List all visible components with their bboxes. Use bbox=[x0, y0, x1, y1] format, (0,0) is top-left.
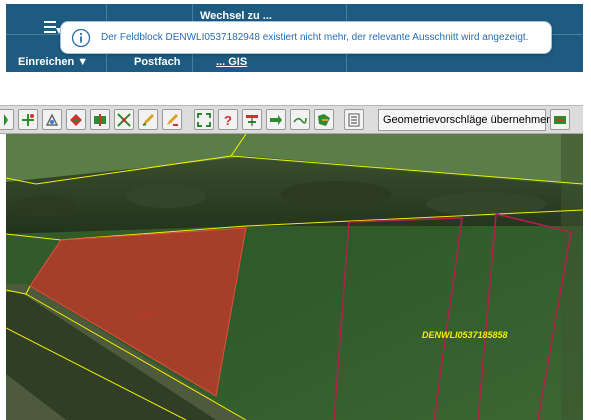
add-vertex-icon bbox=[22, 113, 34, 126]
merge-button[interactable] bbox=[314, 109, 334, 130]
old-field-label: abc d bbox=[139, 312, 157, 319]
split-icon bbox=[94, 113, 106, 126]
cut-icon bbox=[117, 112, 131, 127]
pencil-icon bbox=[142, 113, 154, 126]
tree-cluster bbox=[126, 184, 206, 208]
layer-list-button[interactable] bbox=[344, 109, 364, 130]
draw-line-button[interactable] bbox=[290, 109, 310, 130]
move-button[interactable] bbox=[266, 109, 286, 130]
delete-geometry-button[interactable] bbox=[66, 109, 86, 130]
list-icon bbox=[348, 113, 360, 126]
right-hedge bbox=[561, 134, 583, 420]
pan-icon bbox=[4, 113, 8, 126]
edit-attributes-button[interactable] bbox=[162, 109, 182, 130]
help-button[interactable]: ? bbox=[218, 109, 238, 130]
map-toolbar: ? Geometrievorschläge übernehmen bbox=[0, 105, 583, 134]
move-arrow-icon bbox=[270, 114, 282, 125]
tree-cluster bbox=[281, 181, 391, 207]
reshape-button[interactable] bbox=[42, 109, 62, 130]
apply-suggestions-button[interactable] bbox=[550, 109, 570, 130]
field-block-label: DENWLI0537185858 bbox=[422, 330, 508, 340]
map-view[interactable]: abc d DENWLI0537185858 bbox=[6, 134, 583, 420]
tree-cluster bbox=[16, 196, 76, 216]
measure-icon bbox=[246, 114, 258, 126]
split-button[interactable] bbox=[90, 109, 110, 130]
reshape-icon bbox=[45, 112, 59, 126]
apply-suggestions-label[interactable]: Geometrievorschläge übernehmen bbox=[378, 109, 552, 131]
delete-polygon-icon bbox=[70, 113, 82, 126]
cut-button[interactable] bbox=[114, 109, 134, 130]
satellite-map bbox=[6, 134, 583, 420]
edit-button[interactable] bbox=[138, 109, 158, 130]
zoom-extent-button[interactable] bbox=[194, 109, 214, 130]
add-point-button[interactable] bbox=[18, 109, 38, 130]
info-icon bbox=[71, 28, 91, 47]
apply-geometry-icon bbox=[554, 115, 566, 124]
nav-postfach-link[interactable]: Postfach bbox=[134, 56, 180, 68]
help-icon: ? bbox=[224, 113, 232, 128]
measure-button[interactable] bbox=[242, 109, 262, 130]
pan-tool-button[interactable] bbox=[0, 109, 14, 130]
zoom-extent-icon bbox=[197, 112, 211, 127]
merge-icon bbox=[318, 113, 330, 126]
pencil-edit-icon bbox=[167, 113, 178, 126]
svg-text:?: ? bbox=[224, 113, 232, 128]
info-notification: Der Feldblock DENWLI0537182948 existiert… bbox=[60, 21, 552, 54]
nav-einreichen-menu[interactable]: Einreichen ▼ bbox=[18, 56, 88, 68]
notification-text: Der Feldblock DENWLI0537182948 existiert… bbox=[101, 32, 529, 43]
draw-line-icon bbox=[293, 117, 307, 124]
nav-gis-link[interactable]: ... GIS bbox=[216, 56, 247, 68]
